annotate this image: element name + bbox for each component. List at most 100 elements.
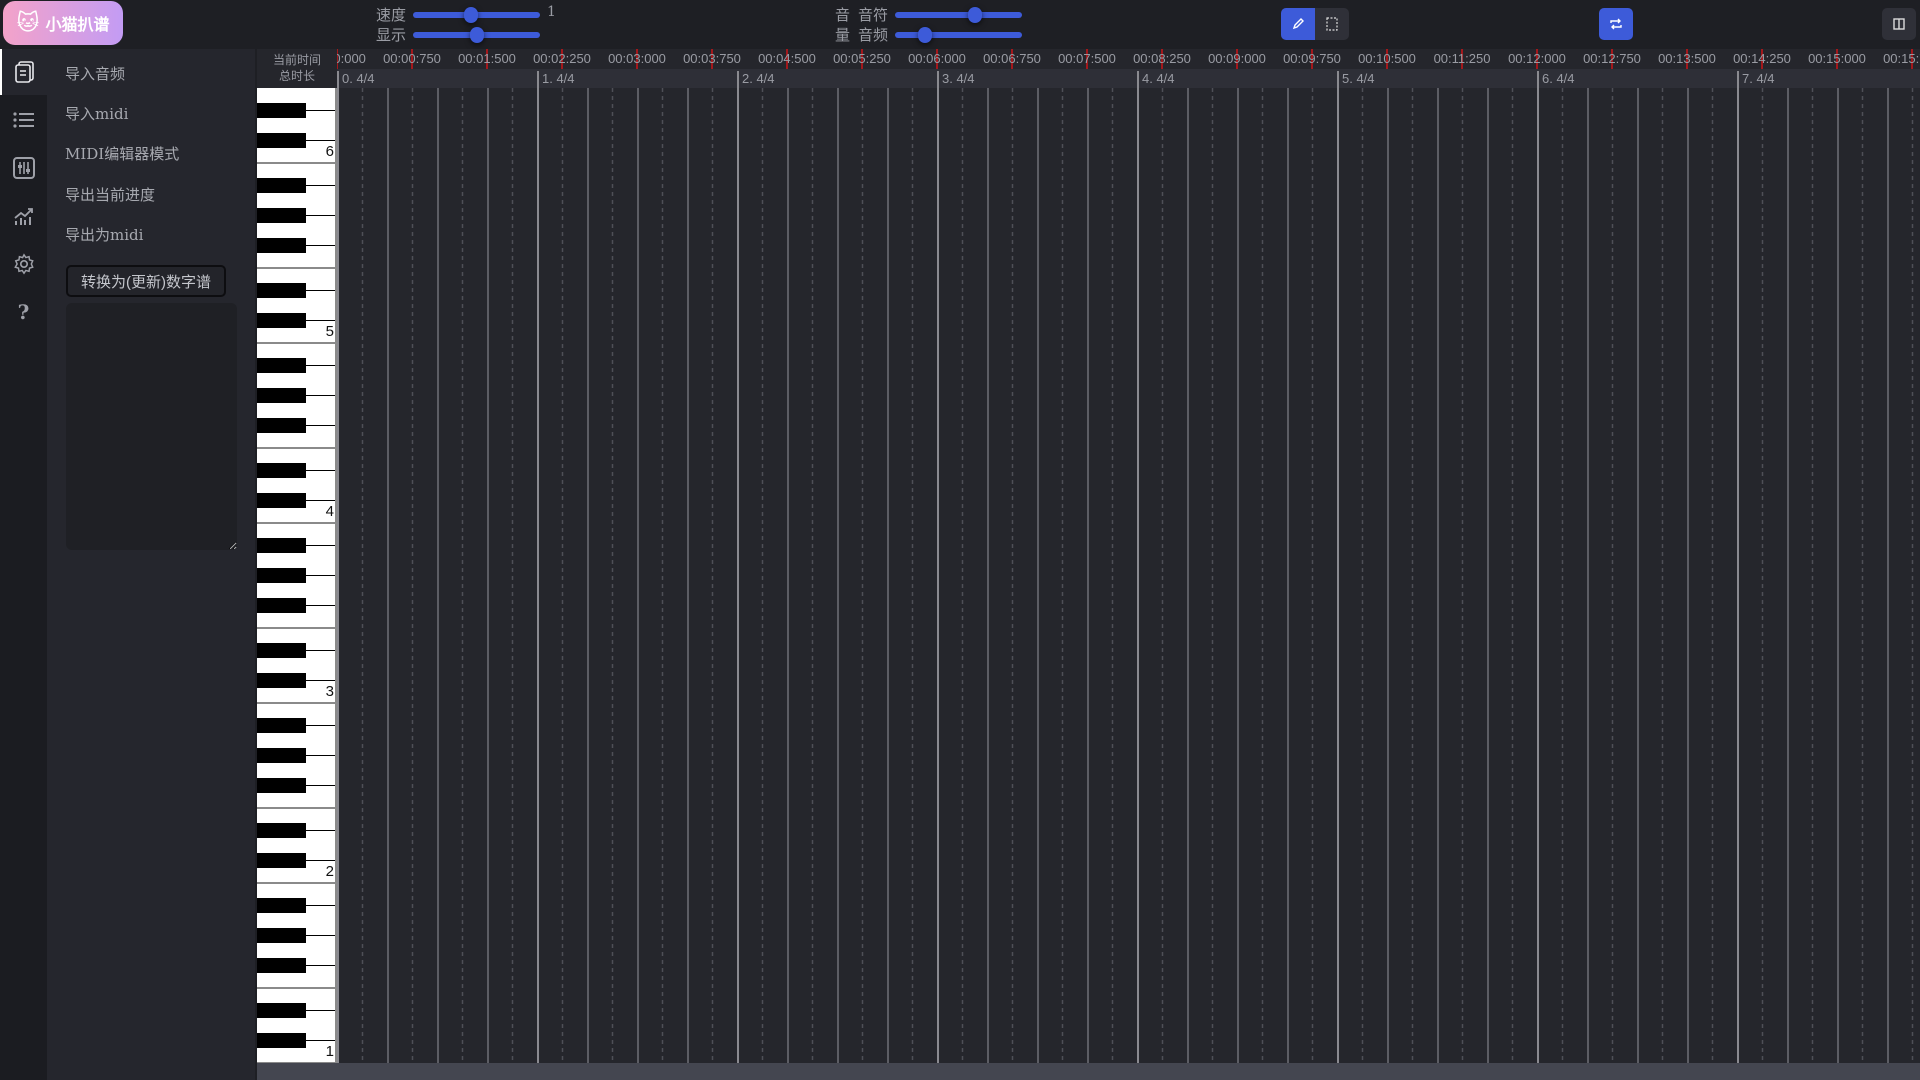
bar-label: 4. 4/4 <box>1137 71 1175 88</box>
piano-keyboard[interactable]: 1 2 3 4 5 6 <box>257 88 337 1063</box>
menu-import-audio[interactable]: 导入音频 <box>65 63 125 84</box>
black-key[interactable] <box>257 538 306 553</box>
black-key[interactable] <box>257 178 306 193</box>
key-divider <box>306 545 337 546</box>
black-key[interactable] <box>257 928 306 943</box>
black-key[interactable] <box>257 283 306 298</box>
key-divider <box>306 320 337 321</box>
black-key[interactable] <box>257 898 306 913</box>
black-key[interactable] <box>257 748 306 763</box>
time-label: 00:03:750 <box>683 51 741 66</box>
audio-volume-label: 音频 <box>858 27 889 44</box>
time-label: 00:15:000 <box>1808 51 1866 66</box>
white-key-divider <box>257 807 337 809</box>
display-slider[interactable] <box>413 27 540 43</box>
note-volume-slider[interactable] <box>895 7 1022 23</box>
display-slider-thumb[interactable] <box>469 27 484 43</box>
speed-value: 1 <box>547 4 556 20</box>
bar-label: 6. 4/4 <box>1537 71 1575 88</box>
bar-label: 7. 4/4 <box>1737 71 1775 88</box>
time-label: 00:13:500 <box>1658 51 1716 66</box>
key-divider <box>306 1010 337 1011</box>
black-key[interactable] <box>257 958 306 973</box>
split-panel-button[interactable] <box>1882 8 1916 40</box>
white-key-divider <box>257 162 337 164</box>
horizontal-scrollbar[interactable] <box>257 1063 1920 1080</box>
rail-document[interactable] <box>0 49 47 95</box>
menu-import-midi[interactable]: 导入midi <box>65 103 128 124</box>
cat-face-icon: 🐱 <box>16 10 40 35</box>
time-label: 00:09:000 <box>1208 51 1266 66</box>
key-divider <box>306 140 337 141</box>
bar-ruler[interactable]: 0. 4/4 1. 4/4 2. 4/4 3. 4/4 4. 4/4 5. 4/4 6. 4… <box>337 69 1920 88</box>
black-key[interactable] <box>257 103 306 118</box>
note-volume-thumb[interactable] <box>968 7 983 23</box>
key-divider <box>306 785 337 786</box>
black-key[interactable] <box>257 208 306 223</box>
chart-icon <box>13 208 33 225</box>
white-key-divider <box>257 522 337 524</box>
black-key[interactable] <box>257 568 306 583</box>
black-key[interactable] <box>257 463 306 478</box>
select-tool-button[interactable] <box>1315 8 1349 40</box>
time-label: 00:10:500 <box>1358 51 1416 66</box>
speed-label: 速度 <box>376 7 407 24</box>
menu-export-progress[interactable]: 导出当前进度 <box>65 184 155 205</box>
speed-slider[interactable] <box>413 7 540 23</box>
split-panel-icon <box>1893 18 1905 30</box>
black-key[interactable] <box>257 1003 306 1018</box>
time-label: 00:09:750 <box>1283 51 1341 66</box>
time-ruler[interactable]: 00:00:000 00:00:750 00:01:500 00:02:250 00:0… <box>337 49 1920 69</box>
menu-midi-editor-mode[interactable]: MIDI编辑器模式 <box>65 143 179 164</box>
time-label: 00:06:750 <box>983 51 1041 66</box>
rail-mixer[interactable] <box>0 145 47 191</box>
black-key[interactable] <box>257 388 306 403</box>
key-divider <box>306 905 337 906</box>
time-label: 00:02:250 <box>533 51 591 66</box>
black-key[interactable] <box>257 718 306 733</box>
help-icon[interactable]: ? <box>0 289 47 335</box>
repeat-icon <box>1610 18 1622 30</box>
piano-roll-grid[interactable] <box>337 88 1920 1063</box>
black-key[interactable] <box>257 673 306 688</box>
pencil-tool-button[interactable] <box>1281 8 1315 40</box>
black-key[interactable] <box>257 133 306 148</box>
key-divider <box>306 500 337 501</box>
key-divider <box>306 245 337 246</box>
top-bar: 🐱 小猫扒谱 速度 1 显示 音 量 音符 音频 <box>0 0 1920 49</box>
audio-volume-slider[interactable] <box>895 27 1022 43</box>
time-label: 00:12:000 <box>1508 51 1566 66</box>
key-divider <box>306 215 337 216</box>
octave-label: 2 <box>325 863 334 880</box>
repeat-button[interactable] <box>1599 8 1633 40</box>
black-key[interactable] <box>257 778 306 793</box>
black-key[interactable] <box>257 313 306 328</box>
key-divider <box>306 425 337 426</box>
convert-notation-button[interactable]: 转换为(更新)数字谱 <box>66 265 226 297</box>
bar-label: 2. 4/4 <box>737 71 775 88</box>
key-divider <box>306 290 337 291</box>
time-label: 00:12:750 <box>1583 51 1641 66</box>
black-key[interactable] <box>257 823 306 838</box>
black-key[interactable] <box>257 358 306 373</box>
black-key[interactable] <box>257 853 306 868</box>
black-key[interactable] <box>257 1033 306 1048</box>
audio-volume-thumb[interactable] <box>917 27 932 43</box>
logo-button[interactable]: 🐱 小猫扒谱 <box>3 1 123 45</box>
key-divider <box>306 725 337 726</box>
rail-list[interactable] <box>0 97 47 143</box>
octave-label: 4 <box>325 503 334 520</box>
black-key[interactable] <box>257 493 306 508</box>
speed-slider-thumb[interactable] <box>463 7 478 23</box>
notation-textarea[interactable] <box>66 303 237 550</box>
rail-chart[interactable] <box>0 193 47 239</box>
black-key[interactable] <box>257 238 306 253</box>
black-key[interactable] <box>257 643 306 658</box>
black-key[interactable] <box>257 598 306 613</box>
white-key-divider <box>257 342 337 344</box>
bar-label: 1. 4/4 <box>537 71 575 88</box>
menu-export-midi[interactable]: 导出为midi <box>65 224 143 245</box>
black-key[interactable] <box>257 418 306 433</box>
rail-settings[interactable] <box>0 241 47 287</box>
mixer-icon <box>12 157 35 179</box>
